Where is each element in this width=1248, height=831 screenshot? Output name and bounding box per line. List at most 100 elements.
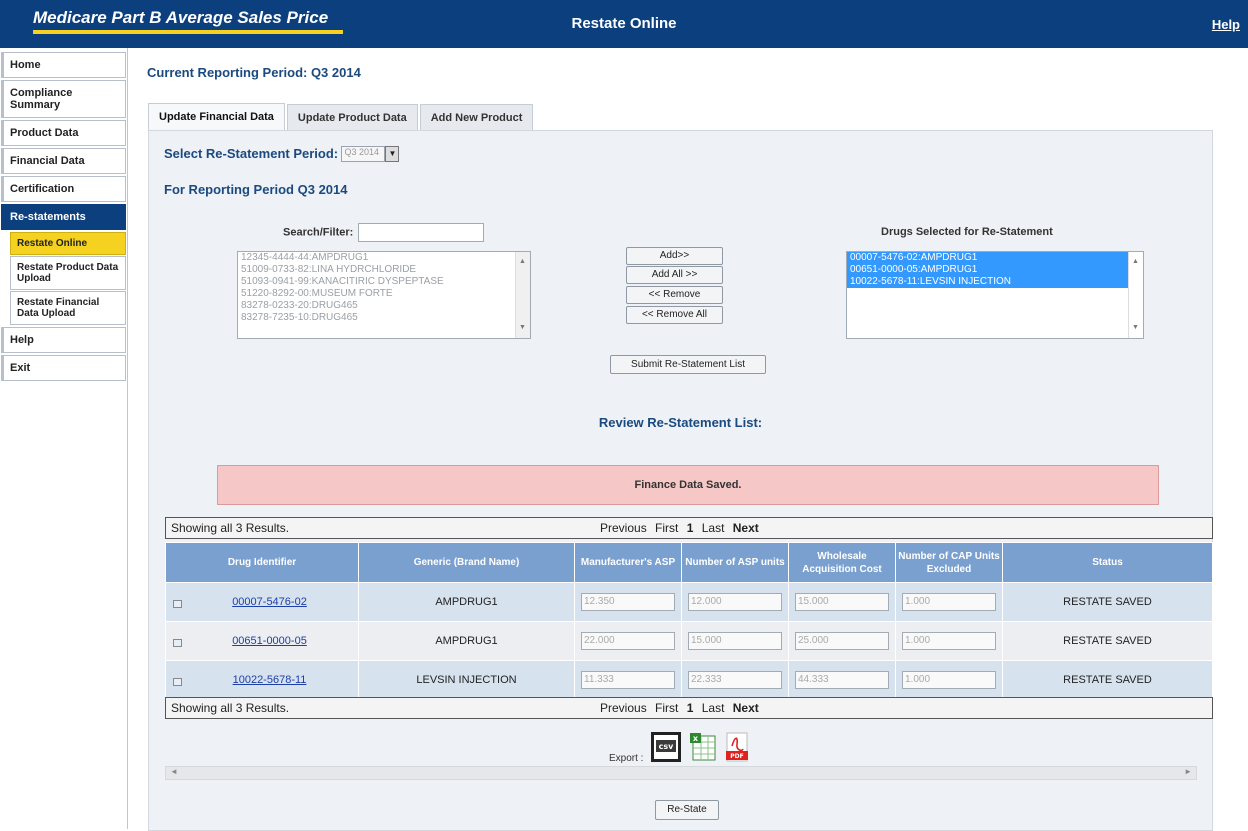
for-reporting-period: For Reporting Period Q3 2014 [164,182,348,197]
column-header[interactable]: Manufacturer's ASP [574,542,682,583]
scroll-down-icon[interactable]: ▼ [519,322,526,334]
restate-button[interactable]: Re-State [655,800,719,820]
add-button[interactable]: Add>> [626,247,723,265]
app-header: Medicare Part B Average Sales Price Rest… [0,0,1248,48]
list-item[interactable]: 51009-0733-82:LINA HYDRCHLORIDE [238,264,530,276]
tab-bar: Update Financial Data Update Product Data… [148,103,535,132]
scroll-left-icon[interactable]: ◄ [170,767,178,776]
column-header[interactable]: Status [1002,542,1213,583]
list-item[interactable]: 83278-0233-20:DRUG465 [238,300,530,312]
sidebar-sub-restate-financial-upload[interactable]: Restate Financial Data Upload [10,291,126,325]
search-label: Search/Filter: [283,226,354,239]
drug-id-link[interactable]: 10022-5678-11 [233,674,307,686]
pager-previous[interactable]: Previous [600,701,647,715]
wac-input[interactable]: 25.000 [795,632,889,650]
list-item[interactable]: 00651-0000-05:AMPDRUG1 [847,264,1143,276]
pager-last[interactable]: Last [702,521,725,535]
generic-name-cell: AMPDRUG1 [358,621,575,661]
manufacturer-asp-input[interactable]: 22.000 [581,632,675,650]
pager-previous[interactable]: Previous [600,521,647,535]
list-item[interactable]: 12345-4444-44:AMPDRUG1 [238,252,530,264]
sidebar-item-re-statements[interactable]: Re-statements [1,204,126,230]
wac-cell: 44.333 [788,660,896,700]
sidebar-item-compliance-summary[interactable]: Compliance Summary [1,80,126,118]
cap-units-input[interactable]: 1.000 [902,593,996,611]
main-content: Current Reporting Period: Q3 2014 Update… [128,48,1248,831]
pager-first[interactable]: First [655,521,678,535]
selected-drugs-listbox[interactable]: 00007-5476-02:AMPDRUG1 00651-0000-05:AMP… [846,251,1144,339]
restatement-period-select[interactable]: Q3 2014 [341,145,386,162]
asp-units-input[interactable]: 12.000 [688,593,782,611]
pdf-icon[interactable]: PDF [724,732,750,765]
horizontal-scrollbar[interactable]: ◄ ► [165,766,1197,780]
cap-cell: 1.000 [895,660,1003,700]
status-message: Finance Data Saved. [217,465,1159,505]
pager-next[interactable]: Next [733,701,759,715]
wac-input[interactable]: 15.000 [795,593,889,611]
list-item[interactable]: 00007-5476-02:AMPDRUG1 [847,252,1143,264]
column-header[interactable]: Number of ASP units [681,542,789,583]
remove-all-button[interactable]: << Remove All [626,306,723,324]
list-item[interactable]: 51220-8292-00:MUSEUM FORTE [238,288,530,300]
column-header[interactable]: Generic (Brand Name) [358,542,575,583]
row-checkbox[interactable] [173,678,182,686]
pager-current-page: 1 [686,701,694,715]
sidebar-item-home[interactable]: Home [1,52,126,78]
tab-update-financial-data[interactable]: Update Financial Data [148,103,285,132]
chevron-down-icon[interactable]: ▼ [385,145,400,162]
scroll-up-icon[interactable]: ▲ [519,256,526,268]
manufacturer-asp-input[interactable]: 11.333 [581,671,675,689]
units-cell: 12.000 [681,582,789,622]
column-header[interactable]: Drug Identifier [165,542,359,583]
available-drugs-listbox[interactable]: 12345-4444-44:AMPDRUG1 51009-0733-82:LIN… [237,251,531,339]
remove-button[interactable]: << Remove [626,286,723,304]
list-item[interactable]: 83278-7235-10:DRUG465 [238,312,530,324]
search-input[interactable] [358,223,485,242]
drug-id-link[interactable]: 00651-0000-05 [232,635,307,647]
csv-icon[interactable]: csv [650,731,682,766]
status-cell: RESTATE SAVED [1002,582,1213,622]
sidebar-item-financial-data[interactable]: Financial Data [1,148,126,174]
sidebar-item-certification[interactable]: Certification [1,176,126,202]
pager-last[interactable]: Last [702,701,725,715]
submit-restatement-button[interactable]: Submit Re-Statement List [610,355,766,374]
asp-units-input[interactable]: 15.000 [688,632,782,650]
listbox-scrollbar[interactable]: ▲ ▼ [515,252,530,338]
manufacturer-asp-input[interactable]: 12.350 [581,593,675,611]
pager-first[interactable]: First [655,701,678,715]
add-all-button[interactable]: Add All >> [626,266,723,284]
results-count: Showing all 3 Results. [171,701,290,715]
list-item[interactable]: 10022-5678-11:LEVSIN INJECTION [847,276,1143,288]
help-link[interactable]: Help [1212,17,1240,32]
cap-units-input[interactable]: 1.000 [902,671,996,689]
table-row: 00651-0000-05 AMPDRUG1 22.000 15.000 25.… [165,621,1213,661]
tab-update-product-data[interactable]: Update Product Data [286,104,418,132]
status-cell: RESTATE SAVED [1002,621,1213,661]
scroll-down-icon[interactable]: ▼ [1132,322,1139,334]
row-checkbox[interactable] [173,600,182,608]
excel-icon[interactable]: x [689,732,717,765]
sidebar-item-help[interactable]: Help [1,327,126,353]
drug-id-cell: 00651-0000-05 [165,621,359,661]
scroll-up-icon[interactable]: ▲ [1132,256,1139,268]
tab-add-new-product[interactable]: Add New Product [419,104,534,132]
drug-id-link[interactable]: 00007-5476-02 [232,596,307,608]
scroll-right-icon[interactable]: ► [1184,767,1192,776]
tab-panel: Select Re-Statement Period: Q3 2014 ▼ For… [148,130,1213,831]
sidebar-sub-restate-product-upload[interactable]: Restate Product Data Upload [10,256,126,290]
units-cell: 22.333 [681,660,789,700]
pager: Previous First 1 Last Next [600,698,764,718]
asp-units-input[interactable]: 22.333 [688,671,782,689]
listbox-scrollbar[interactable]: ▲ ▼ [1128,252,1143,338]
column-header[interactable]: Wholesale Acquisition Cost [788,542,896,583]
row-checkbox[interactable] [173,639,182,647]
wac-input[interactable]: 44.333 [795,671,889,689]
sidebar-item-exit[interactable]: Exit [1,355,126,381]
units-cell: 15.000 [681,621,789,661]
sidebar-sub-restate-online[interactable]: Restate Online [10,232,126,255]
column-header[interactable]: Number of CAP Units Excluded [895,542,1003,583]
sidebar-item-product-data[interactable]: Product Data [1,120,126,146]
cap-units-input[interactable]: 1.000 [902,632,996,650]
list-item[interactable]: 51093-0941-99:KANACITIRIC DYSPEPTASE [238,276,530,288]
pager-next[interactable]: Next [733,521,759,535]
